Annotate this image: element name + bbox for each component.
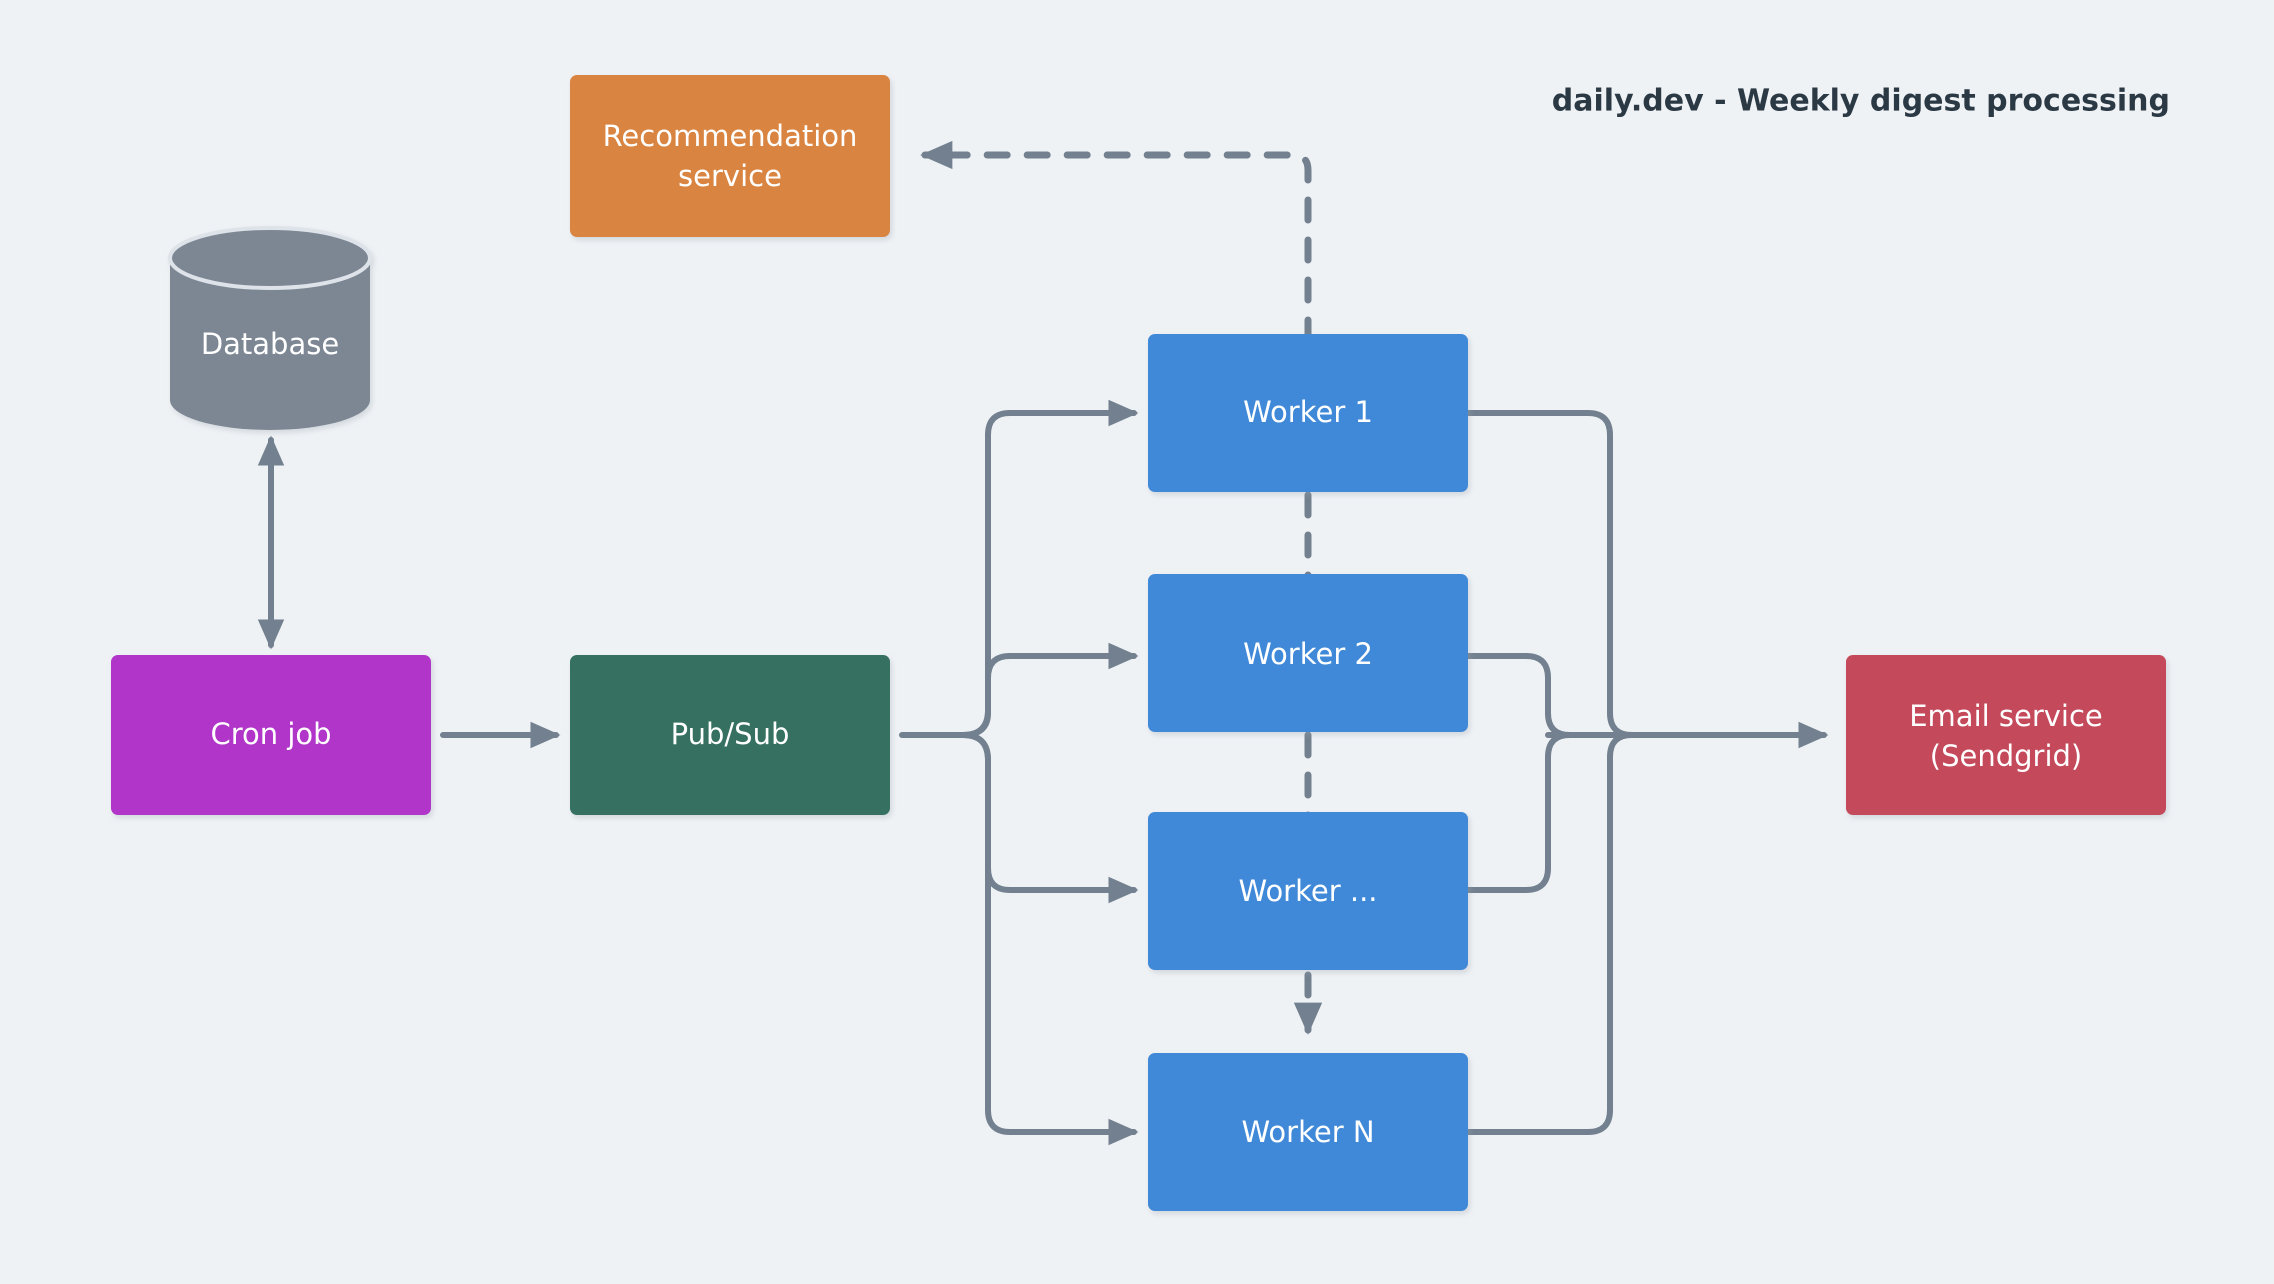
worker-2-label: Worker 2	[1243, 637, 1373, 671]
pubsub-label: Pub/Sub	[671, 717, 790, 751]
node-worker-2[interactable]: Worker 2	[1148, 574, 1468, 732]
node-email-service[interactable]: Email service (Sendgrid)	[1846, 655, 2166, 815]
database-label: Database	[201, 327, 339, 361]
worker-1-label: Worker 1	[1243, 395, 1373, 429]
flow-diagram: daily.dev - Weekly digest processing Dat…	[111, 75, 2170, 1211]
edge-workers-email	[1465, 410, 1829, 1135]
email-service-label-line1: Email service	[1909, 699, 2103, 733]
worker-ellipsis-label: Worker ...	[1238, 874, 1377, 908]
cron-job-label: Cron job	[210, 717, 331, 751]
page-title: daily.dev - Weekly digest processing	[1552, 84, 2170, 119]
worker-n-label: Worker N	[1241, 1115, 1374, 1149]
edge-worker1-recommendation	[920, 140, 1312, 344]
node-cron-job[interactable]: Cron job	[111, 655, 431, 815]
node-worker-ellipsis[interactable]: Worker ...	[1148, 812, 1468, 970]
diagram-canvas: daily.dev - Weekly digest processing Dat…	[0, 0, 2274, 1284]
recommendation-service-label-line2: service	[678, 159, 782, 193]
node-recommendation-service[interactable]: Recommendation service	[570, 75, 890, 237]
node-worker-1[interactable]: Worker 1	[1148, 334, 1468, 492]
recommendation-service-label-line1: Recommendation	[603, 119, 858, 153]
email-service-label-line2: (Sendgrid)	[1930, 739, 2082, 773]
node-database[interactable]: Database	[168, 226, 372, 430]
edge-pubsub-fanout	[899, 399, 1139, 1146]
email-service-box	[1846, 655, 2166, 815]
recommendation-service-box	[570, 75, 890, 237]
node-pubsub[interactable]: Pub/Sub	[570, 655, 890, 815]
node-worker-n[interactable]: Worker N	[1148, 1053, 1468, 1211]
